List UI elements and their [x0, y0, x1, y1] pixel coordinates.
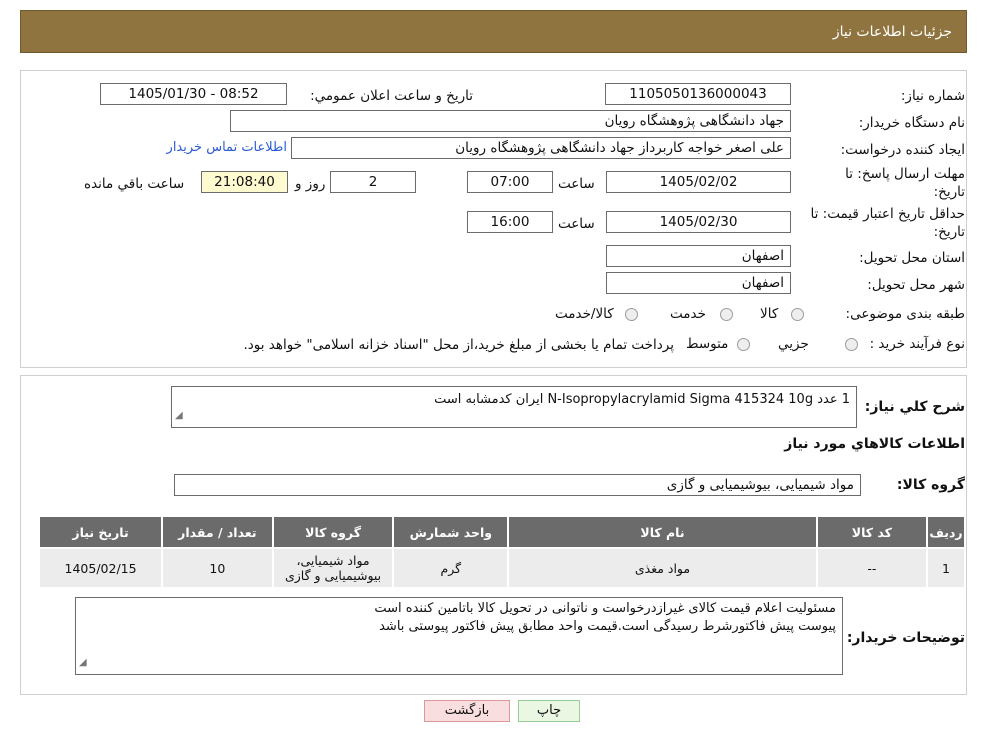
- requester-field: علی اصغر خواجه کاربرداز جهاد دانشگاهی پژ…: [291, 137, 791, 159]
- page-header: جزئیات اطلاعات نیاز: [20, 10, 967, 53]
- cell-goods-group: مواد شیمیایی، بیوشیمیایی و گازی: [271, 547, 395, 589]
- need-summary-label: شرح كلي نياز:: [864, 399, 965, 415]
- goods-group-field: مواد شیمیایی، بیوشیمیایی و گازی: [174, 474, 861, 496]
- announce-datetime-field: 1405/01/30 - 08:52: [100, 83, 287, 105]
- table-row: 1 -- مواد مغذی گرم مواد شیمیایی، بیوشیمی…: [37, 547, 966, 589]
- need-summary-text: 1 عدد N-Isopropylacrylamid Sigma 415324 …: [434, 392, 850, 407]
- cell-unit: گرم: [392, 547, 510, 589]
- col-goods-code: کد کالا: [815, 515, 929, 549]
- goods-group-label: گروه كالا:: [896, 477, 965, 493]
- reply-deadline-label: مهلت ارسال پاسخ: تا: [845, 166, 965, 182]
- print-button[interactable]: چاپ: [518, 700, 580, 722]
- page-title: جزئیات اطلاعات نیاز: [832, 24, 952, 40]
- buyer-notes-line-2: پیوست پیش فاکتورشرط رسیدگی است.قیمت واحد…: [379, 619, 836, 634]
- delivery-province-label: استان محل تحويل:: [859, 250, 965, 266]
- reply-deadline-label-2: تاريخ:: [933, 184, 965, 200]
- buyer-org-field: جهاد دانشگاهی پژوهشگاه رویان: [230, 110, 791, 132]
- process-medium-label: متوسط: [686, 336, 729, 352]
- col-row-number: رديف: [926, 515, 966, 549]
- buyer-notes-textarea[interactable]: مسئولیت اعلام قیمت کالای غیرازدرخواست و …: [75, 597, 843, 675]
- buyer-contact-link[interactable]: اطلاعات تماس خريدار: [155, 140, 287, 155]
- delivery-city-field: اصفهان: [606, 272, 791, 294]
- need-number-field: 1105050136000043: [605, 83, 791, 105]
- reply-date-field: 1405/02/02: [606, 171, 791, 193]
- remaining-days-field: 2: [330, 171, 416, 193]
- goods-table-header: رديف کد کالا نام کالا واحد شمارش گروه کا…: [37, 515, 966, 549]
- cell-goods-code: --: [815, 547, 929, 589]
- reply-time-field: 07:00: [467, 171, 553, 193]
- col-need-date: تاريخ نياز: [37, 515, 164, 549]
- reply-time-label: ساعت: [558, 176, 595, 192]
- cell-goods-name: مواد مغذی: [507, 547, 818, 589]
- category-goods-service-radio[interactable]: [625, 308, 638, 321]
- remaining-time-field: 21:08:40: [201, 171, 288, 193]
- category-goods-label: کالا: [760, 306, 779, 322]
- cell-need-date: 1405/02/15: [37, 547, 164, 589]
- price-validity-label: حداقل تاريخ اعتبار قيمت: تا: [810, 206, 965, 222]
- buyer-notes-label: توضيحات خريدار:: [846, 630, 965, 646]
- need-number-label: شماره نیاز:: [900, 88, 965, 104]
- requester-label: ايجاد کننده درخواست:: [840, 142, 965, 158]
- category-goods-service-label: کالا/خدمت: [555, 306, 614, 322]
- remaining-time-label: ساعت باقي مانده: [84, 176, 185, 192]
- process-minor-radio[interactable]: [845, 338, 858, 351]
- price-validity-label-2: تاريخ:: [933, 224, 965, 240]
- category-service-label: خدمت: [670, 306, 706, 322]
- col-goods-group: گروه کالا: [271, 515, 395, 549]
- price-validity-time-field: 16:00: [467, 211, 553, 233]
- price-validity-time-label: ساعت: [558, 216, 595, 232]
- cell-quantity: 10: [161, 547, 274, 589]
- delivery-city-label: شهر محل تحويل:: [867, 277, 965, 293]
- category-service-radio[interactable]: [720, 308, 733, 321]
- goods-section-title: اطلاعات كالاهاي مورد نياز: [784, 436, 965, 452]
- col-unit: واحد شمارش: [392, 515, 510, 549]
- buyer-org-label: نام دستگاه خريدار:: [858, 115, 965, 131]
- goods-table: رديف کد کالا نام کالا واحد شمارش گروه کا…: [37, 515, 966, 589]
- days-label: روز و: [295, 176, 326, 192]
- category-goods-radio[interactable]: [791, 308, 804, 321]
- category-label: طبقه بندی موضوعی:: [845, 306, 965, 322]
- col-quantity: تعداد / مقدار: [161, 515, 274, 549]
- treasury-payment-note: پرداخت تمام يا بخشی از مبلغ خريد،از محل …: [243, 337, 674, 353]
- buyer-notes-line-1: مسئولیت اعلام قیمت کالای غیرازدرخواست و …: [374, 601, 836, 616]
- need-summary-textarea[interactable]: 1 عدد N-Isopropylacrylamid Sigma 415324 …: [171, 386, 857, 428]
- resize-grip-icon[interactable]: ◢: [79, 654, 87, 672]
- cell-row-number: 1: [926, 547, 966, 589]
- delivery-province-field: اصفهان: [606, 245, 791, 267]
- process-medium-radio[interactable]: [737, 338, 750, 351]
- col-goods-name: نام کالا: [507, 515, 818, 549]
- purchase-process-label: نوع فرآيند خريد :: [869, 336, 965, 352]
- price-validity-date-field: 1405/02/30: [606, 211, 791, 233]
- back-button[interactable]: بازگشت: [424, 700, 510, 722]
- resize-grip-icon[interactable]: ◢: [175, 407, 183, 425]
- announce-datetime-label: تاریخ و ساعت اعلان عمومي:: [310, 88, 473, 104]
- process-minor-label: جزيي: [778, 336, 809, 352]
